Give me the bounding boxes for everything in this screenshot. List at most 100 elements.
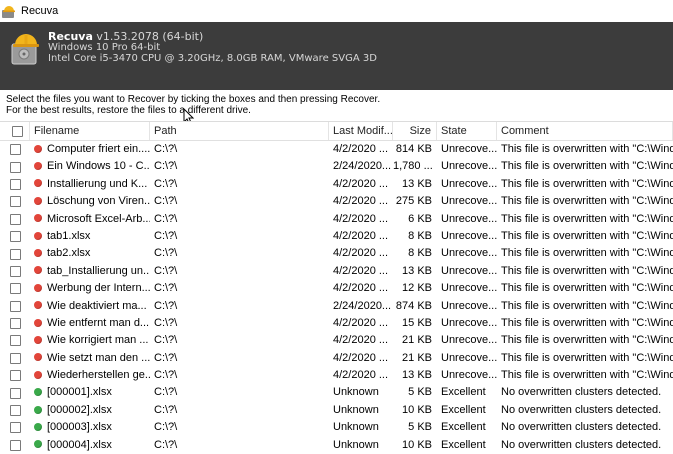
state-cell: Unrecove...: [441, 316, 497, 329]
filename-cell: Ein Windows 10 - C...: [30, 158, 150, 175]
table-row[interactable]: Computer friert ein.... C:\?\ 4/2/2020 ...…: [0, 141, 673, 158]
table-row[interactable]: [000001].xlsx C:\?\ Unknown 5 KB Excellent No…: [0, 384, 673, 401]
column-header-path[interactable]: Path: [150, 122, 329, 140]
table-row[interactable]: tab_Installierung un... C:\?\ 4/2/2020 ...…: [0, 263, 673, 280]
table-row[interactable]: [000004].xlsx C:\?\ Unknown 10 KB Excellent N…: [0, 437, 673, 454]
state-cell: Unrecove...: [441, 160, 497, 173]
row-checkbox[interactable]: [9, 335, 21, 347]
filename-cell: Wiederherstellen ge...: [30, 367, 150, 384]
table-row[interactable]: Wiederherstellen ge... C:\?\ 4/2/2020 ... 1…: [0, 367, 673, 384]
file-list-body: Computer friert ein.... C:\?\ 4/2/2020 ...…: [0, 141, 673, 454]
path-cell: C:\?\: [154, 334, 178, 347]
row-checkbox[interactable]: [9, 387, 21, 399]
size-cell: 5 KB: [408, 421, 432, 434]
row-checkbox[interactable]: [9, 231, 21, 243]
filename-cell: Wie setzt man den ...: [30, 350, 150, 367]
row-checkbox[interactable]: [9, 405, 21, 417]
state-cell: Unrecove...: [441, 299, 497, 312]
select-all-checkbox[interactable]: [12, 125, 23, 137]
column-header-filename[interactable]: Filename: [30, 122, 150, 140]
filename-cell: Installierung und K...: [30, 176, 150, 193]
table-row[interactable]: [000002].xlsx C:\?\ Unknown 10 KB Excellent N…: [0, 402, 673, 419]
size-cell: 8 KB: [408, 247, 432, 260]
row-checkbox-cell: [0, 228, 30, 245]
row-checkbox[interactable]: [9, 144, 21, 156]
row-checkbox[interactable]: [9, 422, 21, 434]
table-row[interactable]: tab1.xlsx C:\?\ 4/2/2020 ... 8 KB Unrecove..…: [0, 228, 673, 245]
last-modified-cell: Unknown: [333, 438, 379, 451]
unrecoverable-status-icon: [34, 353, 42, 362]
table-row[interactable]: Wie deaktiviert ma... C:\?\ 2/24/2020... 87…: [0, 298, 673, 315]
comment-cell: This file is overwritten with "C:\Windo: [501, 351, 673, 364]
table-row[interactable]: Installierung und K... C:\?\ 4/2/2020 ... 1…: [0, 176, 673, 193]
size-cell: 8 KB: [408, 229, 432, 242]
size-cell: 13 KB: [402, 369, 432, 382]
row-checkbox-cell: [0, 211, 30, 228]
table-row[interactable]: Löschung von Viren... C:\?\ 4/2/2020 ... 27…: [0, 193, 673, 210]
filename-text: tab2.xlsx: [47, 247, 91, 260]
row-checkbox-cell: [0, 367, 30, 384]
row-checkbox[interactable]: [9, 161, 21, 173]
filename-text: Löschung von Viren...: [47, 195, 150, 208]
unrecoverable-status-icon: [34, 266, 42, 275]
row-checkbox-cell: [0, 315, 30, 332]
comment-cell: No overwritten clusters detected.: [501, 403, 662, 416]
filename-cell: [000001].xlsx: [30, 384, 150, 401]
row-checkbox[interactable]: [9, 283, 21, 295]
filename-cell: Wie deaktiviert ma...: [30, 298, 150, 315]
row-checkbox[interactable]: [9, 248, 21, 260]
row-checkbox[interactable]: [9, 265, 21, 277]
last-modified-cell: 4/2/2020 ...: [333, 229, 389, 242]
size-cell: 13 KB: [402, 177, 432, 190]
column-header-comment[interactable]: Comment: [497, 122, 673, 140]
state-cell: Excellent: [441, 438, 486, 451]
column-header-size[interactable]: Size: [393, 122, 437, 140]
state-cell: Unrecove...: [441, 177, 497, 190]
row-checkbox-cell: [0, 402, 30, 419]
table-row[interactable]: Microsoft Excel-Arb... C:\?\ 4/2/2020 ... 6…: [0, 211, 673, 228]
row-checkbox-cell: [0, 437, 30, 454]
row-checkbox[interactable]: [9, 300, 21, 312]
column-header-last-modified[interactable]: Last Modif...: [329, 122, 393, 140]
row-checkbox[interactable]: [9, 196, 21, 208]
state-cell: Unrecove...: [441, 195, 497, 208]
unrecoverable-status-icon: [34, 231, 42, 240]
filename-text: [000003].xlsx: [47, 421, 112, 434]
row-checkbox[interactable]: [9, 318, 21, 330]
filename-text: tab1.xlsx: [47, 229, 91, 242]
table-row[interactable]: tab2.xlsx C:\?\ 4/2/2020 ... 8 KB Unrecove..…: [0, 245, 673, 262]
row-checkbox[interactable]: [9, 213, 21, 225]
row-checkbox[interactable]: [9, 439, 21, 451]
size-cell: 15 KB: [402, 316, 432, 329]
row-checkbox[interactable]: [9, 370, 21, 382]
table-row[interactable]: Wie korrigiert man ... C:\?\ 4/2/2020 ... 2…: [0, 332, 673, 349]
table-row[interactable]: [000003].xlsx C:\?\ Unknown 5 KB Excellent No…: [0, 419, 673, 436]
table-row[interactable]: Wie setzt man den ... C:\?\ 4/2/2020 ... 21…: [0, 350, 673, 367]
column-header-state[interactable]: State: [437, 122, 497, 140]
row-checkbox[interactable]: [9, 352, 21, 364]
filename-text: Ein Windows 10 - C...: [47, 160, 150, 173]
comment-cell: This file is overwritten with "C:\Windo: [501, 299, 673, 312]
filename-text: [000004].xlsx: [47, 438, 112, 451]
filename-cell: [000003].xlsx: [30, 419, 150, 436]
window-title: Recuva: [21, 5, 59, 17]
row-checkbox-cell: [0, 419, 30, 436]
last-modified-cell: 4/2/2020 ...: [333, 212, 389, 225]
path-cell: C:\?\: [154, 282, 178, 295]
last-modified-cell: 4/2/2020 ...: [333, 195, 389, 208]
path-cell: C:\?\: [154, 421, 178, 434]
table-row[interactable]: Wie entfernt man d... C:\?\ 4/2/2020 ... 15…: [0, 315, 673, 332]
row-checkbox-cell: [0, 263, 30, 280]
unrecoverable-status-icon: [34, 301, 42, 310]
row-checkbox-cell: [0, 384, 30, 401]
filename-text: Computer friert ein....: [47, 143, 150, 155]
last-modified-cell: 4/2/2020 ...: [333, 351, 389, 364]
table-row[interactable]: Ein Windows 10 - C... C:\?\ 2/24/2020... 1,…: [0, 158, 673, 175]
unrecoverable-status-icon: [34, 249, 42, 258]
state-cell: Unrecove...: [441, 369, 497, 382]
row-checkbox[interactable]: [9, 178, 21, 190]
table-row[interactable]: Werbung der Intern... C:\?\ 4/2/2020 ... 12…: [0, 280, 673, 297]
comment-cell: No overwritten clusters detected.: [501, 438, 662, 451]
path-cell: C:\?\: [154, 438, 178, 451]
state-cell: Unrecove...: [441, 247, 497, 260]
